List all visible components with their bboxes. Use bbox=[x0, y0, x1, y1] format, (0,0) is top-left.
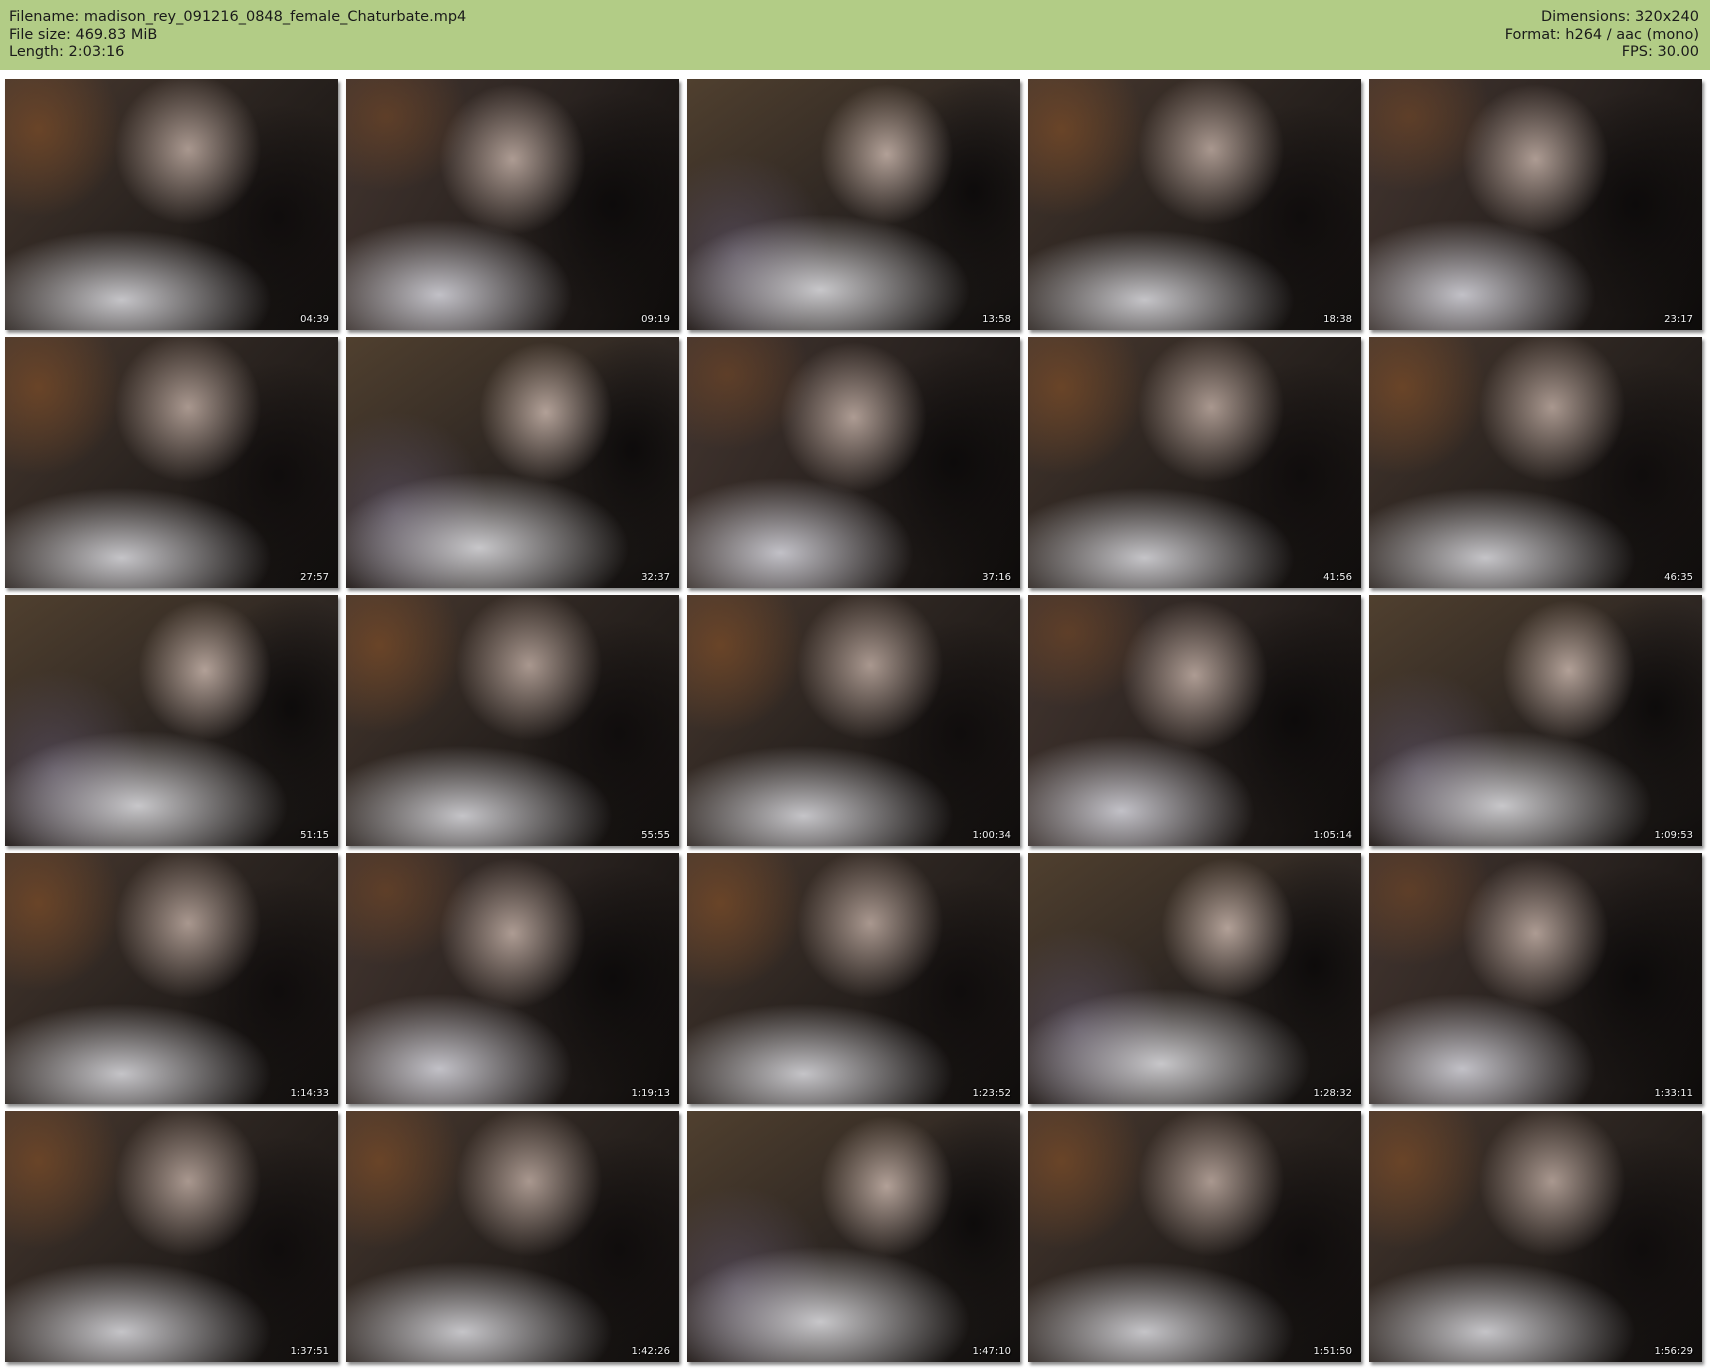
video-frame-image bbox=[1028, 337, 1361, 588]
thumbnail-timestamp: 46:35 bbox=[1664, 572, 1693, 583]
filesize-text: File size: 469.83 MiB bbox=[9, 26, 158, 43]
thumbnail-frame: 04:39 bbox=[5, 79, 338, 330]
thumbnail-frame: 23:17 bbox=[1369, 79, 1702, 330]
video-frame-image bbox=[5, 337, 338, 588]
thumbnail-frame: 18:38 bbox=[1028, 79, 1361, 330]
thumbnail-timestamp: 27:57 bbox=[300, 572, 329, 583]
thumbnail-timestamp: 1:56:29 bbox=[1654, 1346, 1693, 1357]
video-frame-image bbox=[1369, 1111, 1702, 1362]
thumbnail-frame: 46:35 bbox=[1369, 337, 1702, 588]
thumbnail-timestamp: 51:15 bbox=[300, 830, 329, 841]
thumbnail-timestamp: 09:19 bbox=[641, 314, 670, 325]
thumbnail-frame: 1:56:29 bbox=[1369, 1111, 1702, 1362]
video-frame-image bbox=[346, 1111, 679, 1362]
thumbnail-timestamp: 55:55 bbox=[641, 830, 670, 841]
thumbnail-timestamp: 1:00:34 bbox=[972, 830, 1011, 841]
thumbnail-timestamp: 13:58 bbox=[982, 314, 1011, 325]
video-frame-image bbox=[687, 1111, 1020, 1362]
thumbnail-frame: 32:37 bbox=[346, 337, 679, 588]
thumbnail-timestamp: 32:37 bbox=[641, 572, 670, 583]
thumbnail-timestamp: 37:16 bbox=[982, 572, 1011, 583]
thumbnail-timestamp: 23:17 bbox=[1664, 314, 1693, 325]
thumbnail-timestamp: 18:38 bbox=[1323, 314, 1352, 325]
thumbnail-timestamp: 1:14:33 bbox=[290, 1088, 329, 1099]
video-frame-image bbox=[346, 337, 679, 588]
thumbnail-frame: 1:51:50 bbox=[1028, 1111, 1361, 1362]
thumbnail-timestamp: 41:56 bbox=[1323, 572, 1352, 583]
video-frame-image bbox=[1028, 1111, 1361, 1362]
video-frame-image bbox=[346, 853, 679, 1104]
video-frame-image bbox=[5, 853, 338, 1104]
thumbnail-timestamp: 1:09:53 bbox=[1654, 830, 1693, 841]
fps-text: FPS: 30.00 bbox=[1621, 44, 1699, 60]
length-text: Length: 2:03:16 bbox=[9, 44, 125, 60]
thumbnail-frame: 1:19:13 bbox=[346, 853, 679, 1104]
thumbnail-timestamp: 1:33:11 bbox=[1654, 1088, 1693, 1099]
video-frame-image bbox=[5, 595, 338, 846]
thumbnail-timestamp: 1:37:51 bbox=[290, 1346, 329, 1357]
video-frame-image bbox=[1369, 337, 1702, 588]
thumbnail-frame: 1:14:33 bbox=[5, 853, 338, 1104]
thumbnail-frame: 1:05:14 bbox=[1028, 595, 1361, 846]
filename-text: Filename: madison_rey_091216_0848_female… bbox=[9, 9, 467, 25]
thumbnail-frame: 1:47:10 bbox=[687, 1111, 1020, 1362]
thumbnail-timestamp: 04:39 bbox=[300, 314, 329, 325]
thumbnail-timestamp: 1:28:32 bbox=[1313, 1088, 1352, 1099]
video-frame-image bbox=[687, 337, 1020, 588]
video-frame-image bbox=[5, 79, 338, 330]
video-frame-image bbox=[1028, 79, 1361, 330]
thumbnail-frame: 51:15 bbox=[5, 595, 338, 846]
video-frame-image bbox=[1369, 595, 1702, 846]
video-frame-image bbox=[1369, 79, 1702, 330]
thumbnail-frame: 1:28:32 bbox=[1028, 853, 1361, 1104]
format-text: Format: h264 / aac (mono) bbox=[1504, 26, 1699, 43]
video-frame-image bbox=[1369, 853, 1702, 1104]
thumbnail-timestamp: 1:51:50 bbox=[1313, 1346, 1352, 1357]
thumbnail-timestamp: 1:23:52 bbox=[972, 1088, 1011, 1099]
thumbnail-frame: 13:58 bbox=[687, 79, 1020, 330]
thumbnail-frame: 41:56 bbox=[1028, 337, 1361, 588]
video-frame-image bbox=[687, 79, 1020, 330]
thumbnail-frame: 1:00:34 bbox=[687, 595, 1020, 846]
file-info-right: Dimensions: 320x240 Format: h264 / aac (… bbox=[1505, 9, 1699, 62]
dimensions-text: Dimensions: 320x240 bbox=[1540, 9, 1699, 25]
thumbnail-timestamp: 1:42:26 bbox=[631, 1346, 670, 1357]
video-frame-image bbox=[687, 853, 1020, 1104]
info-header: Filename: madison_rey_091216_0848_female… bbox=[0, 0, 1710, 70]
thumbnail-frame: 27:57 bbox=[5, 337, 338, 588]
video-frame-image bbox=[346, 79, 679, 330]
thumbnail-frame: 37:16 bbox=[687, 337, 1020, 588]
video-frame-image bbox=[1028, 595, 1361, 846]
file-info-left: Filename: madison_rey_091216_0848_female… bbox=[9, 9, 466, 62]
thumbnail-timestamp: 1:19:13 bbox=[631, 1088, 670, 1099]
thumbnail-frame: 1:09:53 bbox=[1369, 595, 1702, 846]
video-frame-image bbox=[687, 595, 1020, 846]
video-frame-image bbox=[346, 595, 679, 846]
thumbnail-frame: 55:55 bbox=[346, 595, 679, 846]
thumbnail-grid: 04:39 09:19 13:58 18:38 23:17 27:57 32:3… bbox=[5, 79, 1702, 1362]
video-frame-image bbox=[5, 1111, 338, 1362]
thumbnail-frame: 1:33:11 bbox=[1369, 853, 1702, 1104]
thumbnail-frame: 09:19 bbox=[346, 79, 679, 330]
thumbnail-timestamp: 1:05:14 bbox=[1313, 830, 1352, 841]
thumbnail-timestamp: 1:47:10 bbox=[972, 1346, 1011, 1357]
thumbnail-frame: 1:42:26 bbox=[346, 1111, 679, 1362]
video-frame-image bbox=[1028, 853, 1361, 1104]
thumbnail-frame: 1:37:51 bbox=[5, 1111, 338, 1362]
thumbnail-frame: 1:23:52 bbox=[687, 853, 1020, 1104]
